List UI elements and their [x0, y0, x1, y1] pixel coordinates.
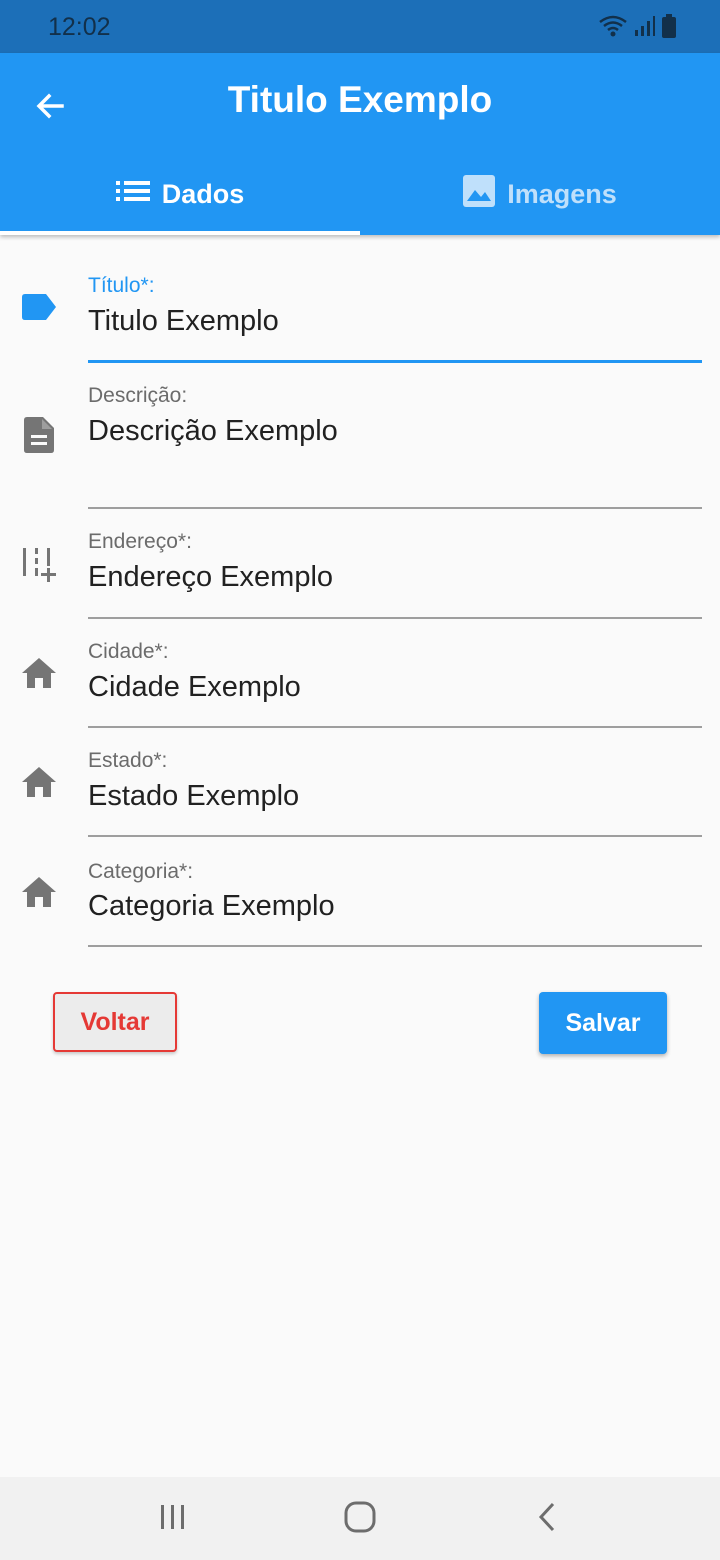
add-road-icon	[20, 545, 58, 583]
signal-icon	[634, 15, 656, 42]
save-button[interactable]: Salvar	[539, 992, 667, 1054]
image-icon	[463, 174, 496, 214]
home-nav-button[interactable]	[335, 1497, 385, 1541]
category-underline	[88, 945, 702, 947]
label-tag-icon	[20, 288, 58, 326]
wifi-icon	[598, 14, 628, 43]
status-bar: 12:02	[0, 0, 720, 53]
tab-dados-label: Dados	[161, 178, 245, 209]
address-input[interactable]: Endereço Exemplo	[88, 561, 333, 594]
page-title: Titulo Exemplo	[227, 79, 493, 120]
app-bar: Titulo Exemplo Dados Imagens	[0, 53, 720, 235]
state-input[interactable]: Estado Exemplo	[88, 780, 299, 813]
category-input[interactable]: Categoria Exemplo	[88, 890, 335, 923]
state-underline	[88, 835, 702, 837]
tab-imagens[interactable]: Imagens	[360, 153, 720, 235]
back-action-button[interactable]: Voltar	[53, 992, 177, 1052]
address-underline	[88, 617, 702, 619]
recents-icon	[159, 1503, 187, 1536]
tab-imagens-label: Imagens	[507, 178, 617, 209]
system-nav-bar	[0, 1477, 720, 1560]
category-label: Categoria*:	[88, 860, 194, 883]
status-icons	[598, 14, 676, 43]
battery-icon	[662, 14, 676, 43]
recents-button[interactable]	[148, 1497, 198, 1541]
city-underline	[88, 726, 702, 728]
document-icon	[20, 416, 58, 454]
list-icon	[115, 179, 150, 210]
title-label: Título*:	[88, 274, 155, 297]
description-label: Descrição:	[88, 384, 188, 407]
state-label: Estado*:	[88, 749, 168, 772]
home-icon	[20, 654, 58, 692]
home-circle-icon	[344, 1501, 376, 1538]
city-input[interactable]: Cidade Exemplo	[88, 671, 301, 704]
description-underline	[88, 507, 702, 509]
address-label: Endereço*:	[88, 530, 192, 553]
tab-indicator	[0, 231, 360, 235]
back-nav-button[interactable]	[522, 1497, 572, 1541]
status-time: 12:02	[48, 13, 111, 41]
title-input[interactable]: Titulo Exemplo	[88, 305, 279, 338]
tab-bar: Dados Imagens	[0, 153, 720, 235]
home-icon	[20, 873, 58, 911]
description-input[interactable]: Descrição Exemplo	[88, 415, 338, 448]
tab-dados[interactable]: Dados	[0, 153, 360, 235]
title-underline	[88, 360, 702, 363]
city-label: Cidade*:	[88, 640, 169, 663]
home-icon	[20, 763, 58, 801]
back-chevron-icon	[535, 1501, 559, 1538]
